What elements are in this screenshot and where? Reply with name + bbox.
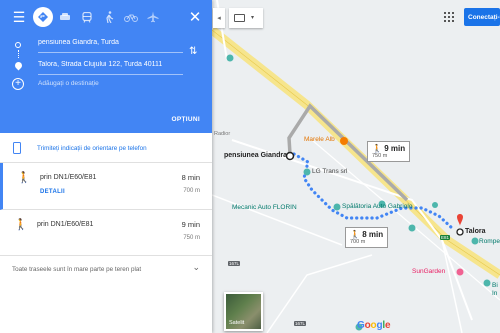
- send-to-phone-row[interactable]: Trimiteți indicații de orientare pe tele…: [0, 133, 212, 163]
- drive-icon[interactable]: [33, 7, 53, 27]
- car-icon[interactable]: [56, 8, 74, 26]
- destination-field[interactable]: Talora, Strada Clujului 122, Turda 40111: [12, 58, 183, 76]
- route-option-2[interactable]: 🚶 prin DN1/E60/E81 9 min 750 m: [0, 210, 212, 256]
- destination-input[interactable]: Talora, Strada Clujului 122, Turda 40111: [38, 61, 183, 68]
- walk-icon: 🚶: [350, 230, 363, 239]
- send-to-phone-link[interactable]: Trimiteți indicații de orientare pe tele…: [37, 145, 147, 152]
- street-label: Radior: [214, 131, 231, 137]
- poi-marele-alb[interactable]: Marele Alb: [304, 136, 335, 143]
- phone-icon: [13, 142, 21, 154]
- satellite-toggle[interactable]: Satelit: [224, 292, 263, 331]
- chevron-down-icon[interactable]: ⌄: [192, 262, 200, 273]
- satellite-label: Satelit: [229, 320, 245, 326]
- flight-icon[interactable]: [144, 8, 162, 26]
- sign-in-button[interactable]: Conectați-vă: [464, 8, 500, 26]
- options-button[interactable]: OPȚIUNI: [172, 116, 200, 123]
- route-tooltip-main[interactable]: 🚶 8 min 700 m: [345, 227, 389, 248]
- route-distance: 700 m: [183, 188, 200, 194]
- walk-icon: 🚶: [372, 144, 385, 153]
- transit-icon[interactable]: [78, 8, 96, 26]
- destination-map-label[interactable]: Talora: [465, 228, 486, 235]
- route-tooltip-alt[interactable]: 🚶 9 min 750 m: [367, 141, 411, 162]
- travel-mode-bar: ☰ ✕: [0, 0, 212, 34]
- poi-in[interactable]: In: [492, 290, 497, 297]
- route-details-link[interactable]: DETALII: [40, 189, 65, 195]
- origin-field[interactable]: pensiunea Giandra, Turda: [12, 36, 183, 54]
- directions-panel: ☰ ✕ pensiunea Giandra, Turda Talora, Str…: [0, 0, 212, 333]
- route-dots-icon: [18, 50, 20, 58]
- destination-pin-icon: [13, 60, 24, 71]
- walk-icon[interactable]: [100, 8, 118, 26]
- origin-input[interactable]: pensiunea Giandra, Turda: [38, 39, 183, 46]
- close-icon[interactable]: ✕: [186, 8, 204, 26]
- directions-header: ☰ ✕ pensiunea Giandra, Turda Talora, Str…: [0, 0, 212, 133]
- chevron-down-icon: ▾: [251, 15, 255, 21]
- road-badge: 167L: [294, 321, 307, 326]
- swap-icon[interactable]: ⇅: [189, 46, 197, 57]
- route-option-1[interactable]: 🚶 prin DN1/E60/E81 8 min 700 m DETALII: [0, 163, 212, 210]
- poi-lg-trans[interactable]: LG Trans srl: [312, 168, 347, 175]
- menu-icon[interactable]: ☰: [10, 8, 28, 26]
- input-tools-button[interactable]: ▾: [229, 8, 263, 28]
- google-logo: Google: [357, 320, 391, 331]
- add-destination[interactable]: + Adăugați o destinație: [12, 78, 182, 92]
- map-canvas[interactable]: Marele Alb LG Trans srl Spălătoria Auto …: [212, 0, 500, 333]
- route-duration: 8 min: [181, 173, 200, 182]
- chevron-left-icon: ◂: [217, 15, 221, 22]
- add-icon[interactable]: +: [12, 78, 24, 90]
- flat-terrain-note: Toate traseele sunt în mare parte pe ter…: [12, 266, 142, 273]
- bicycle-icon[interactable]: [122, 8, 140, 26]
- apps-grid-icon[interactable]: [444, 12, 454, 22]
- route-distance: 750 m: [183, 235, 200, 241]
- route-via: prin DN1/E60/E81: [40, 174, 97, 181]
- road-badge: E81: [440, 235, 451, 240]
- collapse-panel-button[interactable]: ◂: [213, 8, 225, 28]
- poi-mecanic[interactable]: Mecanic Auto FLORIN: [232, 204, 297, 211]
- walk-icon: 🚶: [14, 219, 28, 231]
- route-via: prin DN1/E60/E81: [37, 221, 94, 228]
- poi-rompet[interactable]: Rompe: [479, 238, 500, 245]
- poi-spalatoria[interactable]: Spălătoria Auto Gabriolo: [342, 203, 412, 210]
- add-destination-label: Adăugați o destinație: [38, 80, 99, 87]
- origin-dot-icon: [15, 42, 21, 48]
- route-duration: 9 min: [181, 220, 200, 229]
- keyboard-icon: [234, 14, 245, 22]
- walk-icon: 🚶: [17, 172, 31, 184]
- road-badge: 167L: [228, 261, 241, 266]
- map-roads: [212, 0, 500, 333]
- poi-sungarden[interactable]: SunGarden: [412, 268, 445, 275]
- origin-map-label[interactable]: pensiunea Giandra: [224, 152, 287, 159]
- poi-bi[interactable]: Bi: [492, 282, 498, 289]
